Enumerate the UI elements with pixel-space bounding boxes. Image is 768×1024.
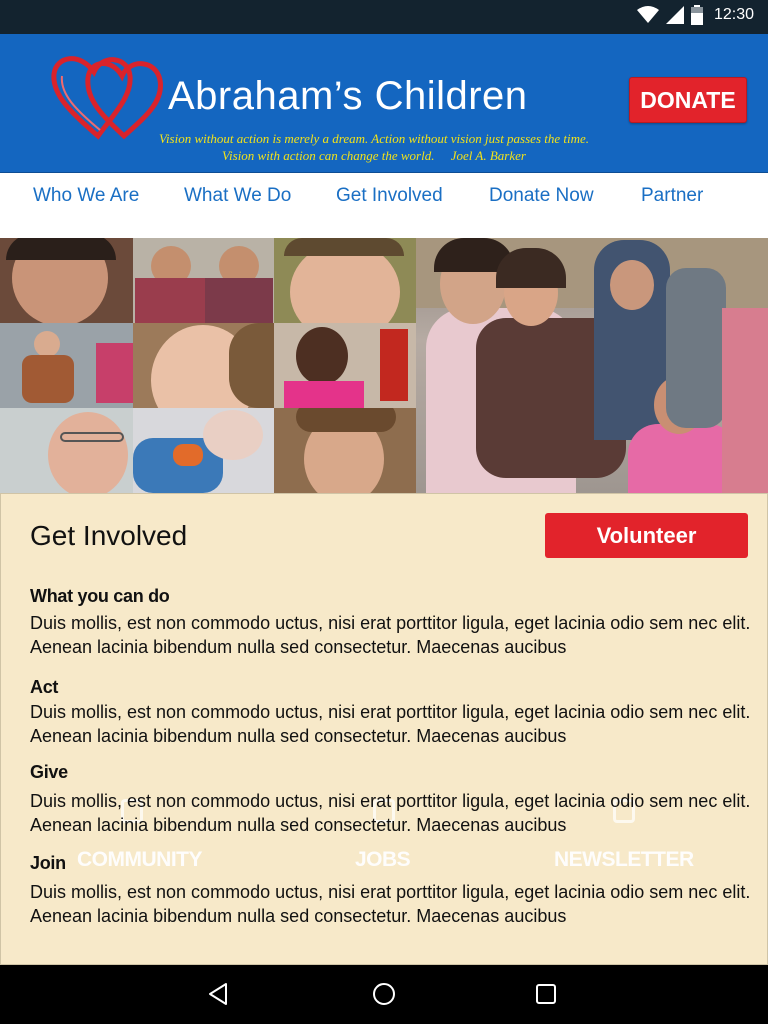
android-nav-bar xyxy=(0,965,768,1024)
brand-name[interactable]: Abraham’s Children xyxy=(168,74,528,119)
block-act: Act Duis mollis, est non commodo uctus, … xyxy=(30,677,755,748)
block-heading: Give xyxy=(30,762,68,782)
block-join: Join Duis mollis, est non commodo uctus,… xyxy=(30,853,755,928)
home-icon[interactable] xyxy=(369,979,399,1009)
photo-child-3 xyxy=(274,238,416,323)
photo-child-9 xyxy=(274,408,416,493)
get-involved-panel: COMMUNITY JOBS NEWSLETTER Get Involved V… xyxy=(0,493,768,965)
block-give: Give Duis mollis, est non commodo uctus,… xyxy=(30,762,755,837)
block-heading: What you can do xyxy=(30,586,170,606)
wifi-icon xyxy=(636,6,659,23)
status-icons: 12:30 xyxy=(636,5,754,25)
photo-child-8 xyxy=(133,408,274,493)
main-nav: Who We Are What We Do Get Involved Donat… xyxy=(0,173,768,238)
hero-photo-collage xyxy=(0,238,768,493)
nav-item-donate-now[interactable]: Donate Now xyxy=(489,185,594,207)
signal-icon xyxy=(665,6,684,24)
block-heading: Act xyxy=(30,677,59,697)
section-title: Get Involved xyxy=(30,520,188,551)
block-what-you-can-do: What you can do Duis mollis, est non com… xyxy=(30,586,755,659)
nav-item-partner[interactable]: Partner xyxy=(641,185,703,207)
battery-icon xyxy=(690,5,703,25)
photo-child-6 xyxy=(274,323,416,408)
volunteer-button[interactable]: Volunteer xyxy=(545,513,748,558)
block-heading: Join xyxy=(30,853,66,873)
photo-child-1 xyxy=(0,238,133,323)
donate-button[interactable]: DONATE xyxy=(629,77,747,123)
tagline: Vision without action is merely a dream.… xyxy=(144,130,604,164)
nav-item-what-we-do[interactable]: What We Do xyxy=(184,185,291,207)
block-text: Duis mollis, est non commodo uctus, nisi… xyxy=(30,791,751,835)
nav-item-who-we-are[interactable]: Who We Are xyxy=(33,185,139,207)
status-bar: 12:30 xyxy=(0,0,768,34)
block-text: Duis mollis, est non commodo uctus, nisi… xyxy=(30,613,751,657)
tagline-line-2: Vision with action can change the world.… xyxy=(222,148,526,163)
back-icon[interactable] xyxy=(203,979,233,1009)
nav-item-get-involved[interactable]: Get Involved xyxy=(336,185,443,207)
recents-icon[interactable] xyxy=(531,979,561,1009)
tagline-line-1: Vision without action is merely a dream.… xyxy=(158,131,590,146)
photo-child-4 xyxy=(0,323,133,408)
photo-child-7 xyxy=(0,408,133,493)
photo-child-5 xyxy=(133,323,274,408)
hearts-logo-icon[interactable] xyxy=(50,50,170,142)
block-text: Duis mollis, est non commodo uctus, nisi… xyxy=(30,882,751,926)
photo-mother-and-children xyxy=(416,238,768,493)
status-time: 12:30 xyxy=(713,6,754,23)
site-header: Abraham’s Children Vision without action… xyxy=(0,34,768,173)
block-text: Duis mollis, est non commodo uctus, nisi… xyxy=(30,702,751,746)
photo-child-2 xyxy=(133,238,274,323)
